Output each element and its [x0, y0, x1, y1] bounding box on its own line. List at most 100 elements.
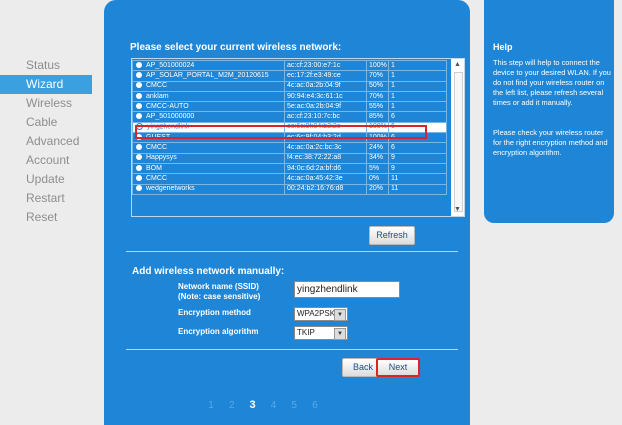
section-divider — [126, 349, 458, 350]
nav-item-update[interactable]: Update — [0, 170, 92, 189]
network-ssid: AP_SOLAR_PORTAL_M2M_20120615 — [146, 71, 269, 79]
network-channel: 11 — [388, 173, 447, 185]
step-3-current: 3 — [249, 399, 256, 411]
next-button[interactable]: Next — [376, 358, 420, 377]
network-signal: 85% — [366, 111, 389, 123]
radio-icon[interactable] — [136, 61, 142, 68]
network-ssid-cell[interactable]: yingzhendlink — [132, 121, 285, 134]
radio-icon[interactable] — [136, 175, 142, 182]
network-row[interactable]: AP_501000000 ac:cf:23:10:7c:bc 85% 6 — [132, 111, 447, 123]
network-ssid-cell[interactable]: CMCC — [132, 142, 285, 154]
radio-icon[interactable] — [136, 133, 142, 140]
enc-method-select[interactable]: WPA2PSK ▼ — [294, 307, 348, 321]
nav-item-advanced[interactable]: Advanced — [0, 132, 92, 151]
help-paragraph-2: Please check your wireless router for th… — [493, 128, 608, 157]
network-mac: ec:6c:9f:04:b3:2d — [284, 132, 367, 144]
network-ssid-cell[interactable]: Happysys — [132, 152, 285, 164]
ssid-input[interactable]: yingzhendlink — [294, 281, 400, 298]
step-4[interactable]: 4 — [264, 400, 282, 411]
select-network-title: Please select your current wireless netw… — [130, 42, 342, 53]
step-1[interactable]: 1 — [202, 400, 220, 411]
network-row[interactable]: AP_SOLAR_PORTAL_M2M_20120615 ec:17:2f:e3:… — [132, 70, 447, 82]
network-ssid-cell[interactable]: AP_501000024 — [132, 59, 285, 72]
scroll-thumb[interactable] — [454, 72, 463, 212]
network-signal: 100% — [366, 121, 389, 134]
network-ssid-cell[interactable]: AP_SOLAR_PORTAL_M2M_20120615 — [132, 70, 285, 82]
nav-item-wireless[interactable]: Wireless — [0, 94, 92, 113]
network-mac: ec:17:2f:e3:49:ce — [284, 70, 367, 82]
radio-icon[interactable] — [136, 72, 142, 79]
network-row[interactable]: CMCC 4c:ac:0a:45:42:3e 0% 11 — [132, 173, 447, 185]
network-signal: 100% — [366, 132, 389, 144]
network-ssid-cell[interactable]: wedgenetworks — [132, 183, 285, 195]
enc-method-value: WPA2PSK — [297, 309, 336, 318]
radio-icon[interactable] — [136, 154, 142, 161]
step-5[interactable]: 5 — [285, 400, 303, 411]
network-signal: 24% — [366, 142, 389, 154]
radio-icon[interactable] — [136, 82, 142, 89]
network-mac: ac:cf:23:10:7c:bc — [284, 111, 367, 123]
network-list: AP_501000024 ac:cf:23:00:e7:1c 100% 1 AP_SOL… — [131, 58, 465, 217]
network-channel: 6 — [388, 111, 447, 123]
radio-icon[interactable] — [136, 164, 142, 171]
network-ssid-cell[interactable]: BOM — [132, 162, 285, 175]
help-title: Help — [493, 42, 513, 52]
network-ssid-cell[interactable]: CMCC-AUTO — [132, 101, 285, 113]
network-row[interactable]: CMCC 4c:ac:0a:2b:04:9f 50% 1 — [132, 80, 447, 92]
network-row[interactable]: CMCC-AUTO 5e:ac:0a:2b:04:9f 55% 1 — [132, 101, 447, 113]
network-row[interactable]: yingzhendlink ec:6c:9f:04:b3:2c 100% 6 — [132, 121, 447, 134]
network-row[interactable]: AP_501000024 ac:cf:23:00:e7:1c 100% 1 — [132, 59, 447, 72]
network-mac: 4c:ac:0a:2c:bc:3c — [284, 142, 367, 154]
network-ssid-cell[interactable]: anklam — [132, 90, 285, 103]
network-row[interactable]: anklam 90:94:e4:3c:61:1c 70% 1 — [132, 90, 447, 103]
network-list-scrollbar[interactable]: ▲ ▼ — [451, 59, 464, 216]
network-ssid: CMCC — [146, 144, 167, 152]
network-row[interactable]: GUEST ec:6c:9f:04:b3:2d 100% 6 — [132, 132, 447, 144]
chevron-down-icon[interactable]: ▼ — [334, 328, 346, 340]
wizard-panel: Please select your current wireless netw… — [104, 0, 470, 425]
network-channel: 9 — [388, 152, 447, 164]
nav-item-wizard[interactable]: Wizard — [0, 75, 92, 94]
help-paragraph-1: This step will help to connect the devic… — [493, 58, 611, 107]
network-mac: 90:94:e4:3c:61:1c — [284, 90, 367, 103]
network-mac: 00:24:b2:16:76:d8 — [284, 183, 367, 195]
network-row[interactable]: BOM 94:0c:6d:2a:bf:d6 5% 9 — [132, 162, 447, 175]
network-ssid: AP_501000000 — [146, 113, 195, 121]
network-row[interactable]: CMCC 4c:ac:0a:2c:bc:3c 24% 6 — [132, 142, 447, 154]
network-channel: 1 — [388, 70, 447, 82]
network-table: AP_501000024 ac:cf:23:00:e7:1c 100% 1 AP_SOL… — [132, 59, 447, 195]
network-row[interactable]: Happysys f4:ec:38:72:22:a8 34% 9 — [132, 152, 447, 164]
network-channel: 6 — [388, 142, 447, 154]
scroll-up-icon[interactable]: ▲ — [451, 59, 464, 71]
network-ssid-cell[interactable]: AP_501000000 — [132, 111, 285, 123]
radio-icon[interactable] — [136, 185, 142, 192]
nav-item-reset[interactable]: Reset — [0, 208, 92, 227]
nav-item-cable[interactable]: Cable — [0, 113, 92, 132]
network-mac: ec:6c:9f:04:b3:2c — [284, 121, 367, 134]
nav-item-status[interactable]: Status — [0, 56, 92, 75]
radio-icon[interactable] — [136, 144, 142, 151]
nav-item-restart[interactable]: Restart — [0, 189, 92, 208]
wizard-steps: 1 2 3 4 5 6 — [202, 399, 324, 411]
scroll-down-icon[interactable]: ▼ — [451, 204, 464, 216]
radio-icon[interactable] — [136, 113, 142, 120]
network-ssid-cell[interactable]: CMCC — [132, 173, 285, 185]
enc-algo-select[interactable]: TKIP ▼ — [294, 326, 348, 340]
chevron-down-icon[interactable]: ▼ — [334, 309, 346, 321]
network-ssid-cell[interactable]: CMCC — [132, 80, 285, 92]
network-mac: ac:cf:23:00:e7:1c — [284, 59, 367, 72]
radio-icon[interactable] — [136, 102, 142, 109]
network-ssid-cell[interactable]: GUEST — [132, 132, 285, 144]
ssid-label: Network name (SSID) (Note: case sensitiv… — [178, 282, 260, 302]
nav-item-account[interactable]: Account — [0, 151, 92, 170]
refresh-button[interactable]: Refresh — [369, 226, 415, 245]
step-2[interactable]: 2 — [223, 400, 241, 411]
network-signal: 0% — [366, 173, 389, 185]
step-6[interactable]: 6 — [306, 400, 324, 411]
network-signal: 20% — [366, 183, 389, 195]
network-row[interactable]: wedgenetworks 00:24:b2:16:76:d8 20% 11 — [132, 183, 447, 195]
radio-icon[interactable] — [136, 92, 142, 99]
radio-icon[interactable] — [136, 123, 143, 131]
network-mac: f4:ec:38:72:22:a8 — [284, 152, 367, 164]
network-ssid: wedgenetworks — [146, 185, 195, 193]
